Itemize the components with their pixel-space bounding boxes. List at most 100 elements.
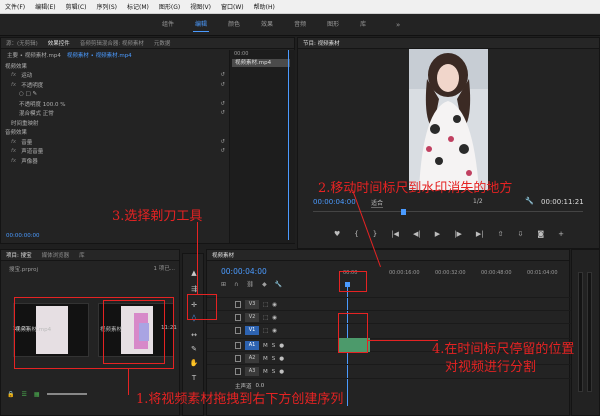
- track-label[interactable]: A3: [245, 367, 259, 376]
- mic-icon[interactable]: ●: [279, 356, 284, 362]
- timeline-timecode[interactable]: 00:00:04:00: [221, 267, 267, 276]
- lock-icon[interactable]: [235, 355, 241, 362]
- extract-button[interactable]: ⇩: [517, 230, 523, 242]
- lock-icon[interactable]: [235, 301, 241, 308]
- reset-icon[interactable]: ↺: [220, 101, 225, 107]
- toggle-sync-icon[interactable]: ⬚: [263, 328, 268, 334]
- eye-icon[interactable]: ◉: [272, 315, 277, 321]
- menu-graphics[interactable]: 图形(G): [154, 2, 185, 11]
- program-playhead[interactable]: [401, 209, 406, 215]
- workspace-more-icon[interactable]: »: [396, 21, 400, 29]
- effect-panner[interactable]: fx 声像器: [1, 156, 229, 166]
- pen-tool-icon[interactable]: ✎: [183, 342, 205, 356]
- tab-project[interactable]: 项目: 搜宝: [1, 251, 37, 259]
- opacity-value[interactable]: 不透明度 100.0 %: [19, 100, 65, 108]
- track-label[interactable]: A1: [245, 341, 259, 350]
- lift-button[interactable]: ⇧: [498, 230, 504, 242]
- tab-libraries[interactable]: 库: [74, 251, 90, 259]
- track-label[interactable]: V1: [245, 326, 259, 335]
- step-back-button[interactable]: ◀|: [413, 230, 421, 242]
- settings-icon[interactable]: 🔧: [275, 281, 282, 288]
- wrench-icon[interactable]: 🔧: [525, 197, 534, 205]
- workspace-color[interactable]: 颜色: [228, 14, 240, 36]
- opacity-value-row[interactable]: 不透明度 100.0 % ↺: [1, 99, 229, 109]
- mic-icon[interactable]: ●: [279, 343, 284, 349]
- nest-toggle-icon[interactable]: ⊞: [221, 281, 226, 288]
- effect-volume[interactable]: fx 音量 ↺: [1, 137, 229, 147]
- mic-icon[interactable]: ●: [279, 369, 284, 375]
- menu-window[interactable]: 窗口(W): [216, 2, 249, 11]
- lock-icon[interactable]: [235, 342, 241, 349]
- track-label[interactable]: A2: [245, 354, 259, 363]
- tab-metadata[interactable]: 元数据: [149, 39, 176, 47]
- workspace-libraries[interactable]: 库: [360, 14, 366, 36]
- tab-sequence[interactable]: 视频素材: [207, 251, 239, 259]
- list-view-icon[interactable]: ☰: [21, 391, 26, 398]
- magnet-icon[interactable]: ∩: [234, 281, 238, 288]
- mute-icon[interactable]: M: [263, 343, 268, 349]
- play-button[interactable]: ▶: [435, 230, 440, 242]
- toggle-sync-icon[interactable]: ⬚: [263, 302, 268, 308]
- mute-icon[interactable]: M: [263, 356, 268, 362]
- tab-audio-clip-mixer[interactable]: 音频剪辑混合器: 视频素材: [75, 39, 149, 47]
- lock-icon[interactable]: 🔒: [7, 391, 14, 398]
- sequence-clip-label[interactable]: 视频素材 • 视频素材.mp4: [61, 51, 132, 59]
- tab-effect-controls[interactable]: 效果控件: [43, 39, 75, 47]
- workspace-effects[interactable]: 效果: [261, 14, 273, 36]
- selection-tool-icon[interactable]: ▲: [183, 266, 205, 280]
- mini-playhead[interactable]: [288, 50, 289, 240]
- solo-icon[interactable]: S: [272, 343, 276, 349]
- menu-file[interactable]: 文件(F): [0, 2, 30, 11]
- workspace-assembly[interactable]: 组件: [162, 14, 174, 36]
- mark-out-button[interactable]: }: [373, 230, 377, 242]
- lock-icon[interactable]: [235, 327, 241, 334]
- workspace-graphics[interactable]: 图形: [327, 14, 339, 36]
- tab-media-browser[interactable]: 媒体浏览器: [37, 251, 75, 259]
- reset-icon[interactable]: ↺: [220, 139, 225, 145]
- menu-help[interactable]: 帮助(H): [249, 2, 280, 11]
- workspace-editing[interactable]: 编辑: [193, 14, 210, 36]
- effect-motion[interactable]: fx 运动 ↺: [1, 71, 229, 81]
- tab-source[interactable]: 源：(无剪辑): [1, 39, 43, 47]
- resolution-select[interactable]: 1/2: [473, 198, 483, 205]
- menu-clip[interactable]: 剪辑(C): [61, 2, 92, 11]
- effect-opacity[interactable]: fx 不透明度 ↺: [1, 80, 229, 90]
- effect-channel-volume[interactable]: fx 声道音量 ↺: [1, 147, 229, 157]
- menu-edit[interactable]: 编辑(E): [30, 2, 60, 11]
- mark-in-button[interactable]: {: [354, 230, 358, 242]
- timeline-ruler[interactable]: 00:00 00:00:16:00 00:00:32:00 00:00:48:0…: [343, 270, 571, 278]
- button-editor-button[interactable]: +: [558, 230, 564, 242]
- add-marker-button[interactable]: ♥: [334, 230, 340, 242]
- track-v3[interactable]: V3 ⬚ ◉: [207, 297, 571, 310]
- zoom-select[interactable]: 适合: [371, 198, 384, 208]
- effect-clip-bar[interactable]: 视频素材.mp4: [232, 59, 290, 67]
- blend-mode-row[interactable]: 混合模式 正常 ↺: [1, 109, 229, 119]
- track-v2[interactable]: V2 ⬚ ◉: [207, 310, 571, 323]
- eye-icon[interactable]: ◉: [272, 328, 277, 334]
- tab-program[interactable]: 节目: 视频素材: [298, 39, 345, 47]
- hand-tool-icon[interactable]: ✋: [183, 356, 205, 370]
- effect-time-remap[interactable]: 时间重映射: [1, 118, 229, 128]
- effect-mini-timeline[interactable]: 00:00 视频素材.mp4: [229, 50, 295, 243]
- reset-icon[interactable]: ↺: [220, 148, 225, 154]
- icon-view-icon[interactable]: ▦: [34, 391, 40, 398]
- mask-tools[interactable]: ○ □ ✎: [1, 90, 229, 100]
- reset-icon[interactable]: ↺: [220, 72, 225, 78]
- workspace-audio[interactable]: 音频: [294, 14, 306, 36]
- mute-icon[interactable]: M: [263, 369, 268, 375]
- go-to-in-button[interactable]: |◀: [391, 230, 399, 242]
- go-to-out-button[interactable]: ▶|: [476, 230, 484, 242]
- solo-icon[interactable]: S: [272, 356, 276, 362]
- toggle-sync-icon[interactable]: ⬚: [263, 315, 268, 321]
- solo-icon[interactable]: S: [272, 369, 276, 375]
- blend-mode-select[interactable]: 混合模式 正常: [19, 109, 54, 117]
- eye-icon[interactable]: ◉: [272, 302, 277, 308]
- slip-tool-icon[interactable]: ↔: [183, 328, 205, 342]
- track-label[interactable]: V2: [245, 313, 259, 322]
- export-frame-button[interactable]: ◙: [537, 230, 544, 242]
- step-forward-button[interactable]: |▶: [454, 230, 462, 242]
- linked-select-icon[interactable]: ⛓: [246, 281, 254, 288]
- add-marker-icon[interactable]: ◆: [262, 281, 267, 288]
- type-tool-icon[interactable]: T: [183, 371, 205, 385]
- program-timecode[interactable]: 00:00:04:00: [313, 198, 356, 206]
